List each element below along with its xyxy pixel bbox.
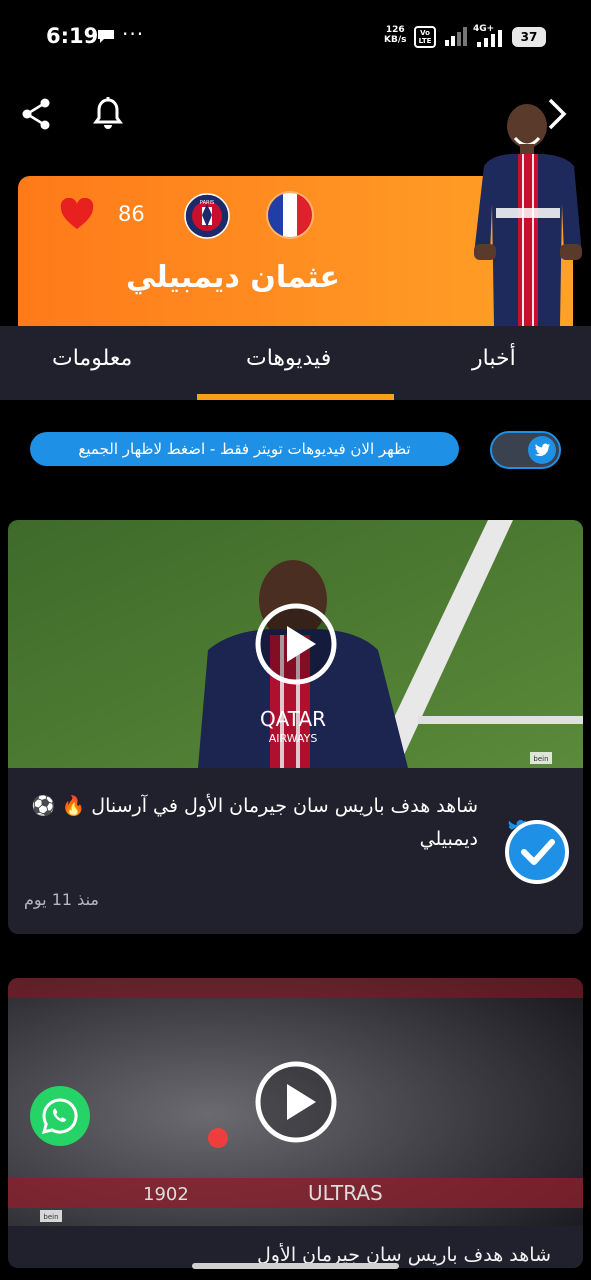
video-card[interactable]: QATAR AIRWAYS bein شاهد هدف باريس سان جي… [8, 520, 583, 934]
status-bar: 6:19 ··· 126 KB/s Vo LTE 4G+ 37 [0, 0, 591, 76]
bell-icon[interactable] [90, 96, 126, 132]
video-title: شاهد هدف باريس سان جيرمان الأول في آرسنا… [31, 795, 478, 850]
play-icon[interactable] [254, 1060, 338, 1144]
twitter-filter-notice[interactable]: تظهر الان فيديوهات تويتر فقط - اضغط لاظه… [30, 432, 459, 466]
shirt-sponsor-2: AIRWAYS [269, 732, 318, 745]
twitter-only-toggle[interactable] [490, 431, 561, 469]
player-name: عثمان ديمبيلي [125, 260, 341, 295]
tab-info[interactable]: معلومات [52, 346, 132, 371]
shirt-sponsor: QATAR [260, 707, 326, 731]
volte-line1: Vo [420, 29, 430, 37]
play-icon[interactable] [254, 602, 338, 686]
network-speed: 126 KB/s [384, 25, 406, 45]
battery-indicator: 37 [512, 27, 546, 47]
heart-icon[interactable] [60, 198, 94, 230]
broadcaster-watermark: bein [43, 1213, 58, 1221]
likes-count: 86 [118, 202, 145, 226]
share-icon[interactable] [18, 96, 54, 132]
video-time-ago: منذ 11 يوم [24, 890, 99, 909]
tab-bar: معلومات فيديوهات أخبار [0, 326, 591, 400]
toggle-knob [528, 436, 556, 464]
tab-news[interactable]: أخبار [472, 346, 516, 371]
stand-banner-ultras: ULTRAS [308, 1181, 383, 1205]
status-more-dots: ··· [122, 22, 145, 46]
player-photo [474, 104, 582, 326]
speed-unit: KB/s [384, 35, 407, 45]
twitter-icon [534, 443, 550, 456]
signal-icon [445, 27, 467, 46]
video-card[interactable]: 1902 ULTRAS bein [8, 978, 583, 1268]
broadcaster-watermark: bein [533, 755, 548, 763]
whatsapp-icon[interactable] [30, 1086, 90, 1146]
volte-badge: Vo LTE [414, 26, 436, 48]
status-time: 6:19 [46, 24, 99, 48]
tab-videos[interactable]: فيديوهات [246, 346, 331, 371]
france-flag-icon[interactable] [268, 193, 312, 237]
stand-banner-year: 1902 [143, 1184, 189, 1205]
active-tab-indicator [197, 394, 394, 400]
volte-line2: LTE [418, 37, 432, 45]
psg-badge-text: PARIS [200, 200, 214, 206]
home-indicator[interactable] [192, 1263, 399, 1269]
verified-check-icon [505, 819, 569, 884]
message-icon [98, 30, 114, 43]
psg-badge-icon[interactable]: PARIS [184, 193, 230, 239]
signal-icon-2 [477, 30, 502, 47]
speed-value: 126 [385, 25, 405, 35]
